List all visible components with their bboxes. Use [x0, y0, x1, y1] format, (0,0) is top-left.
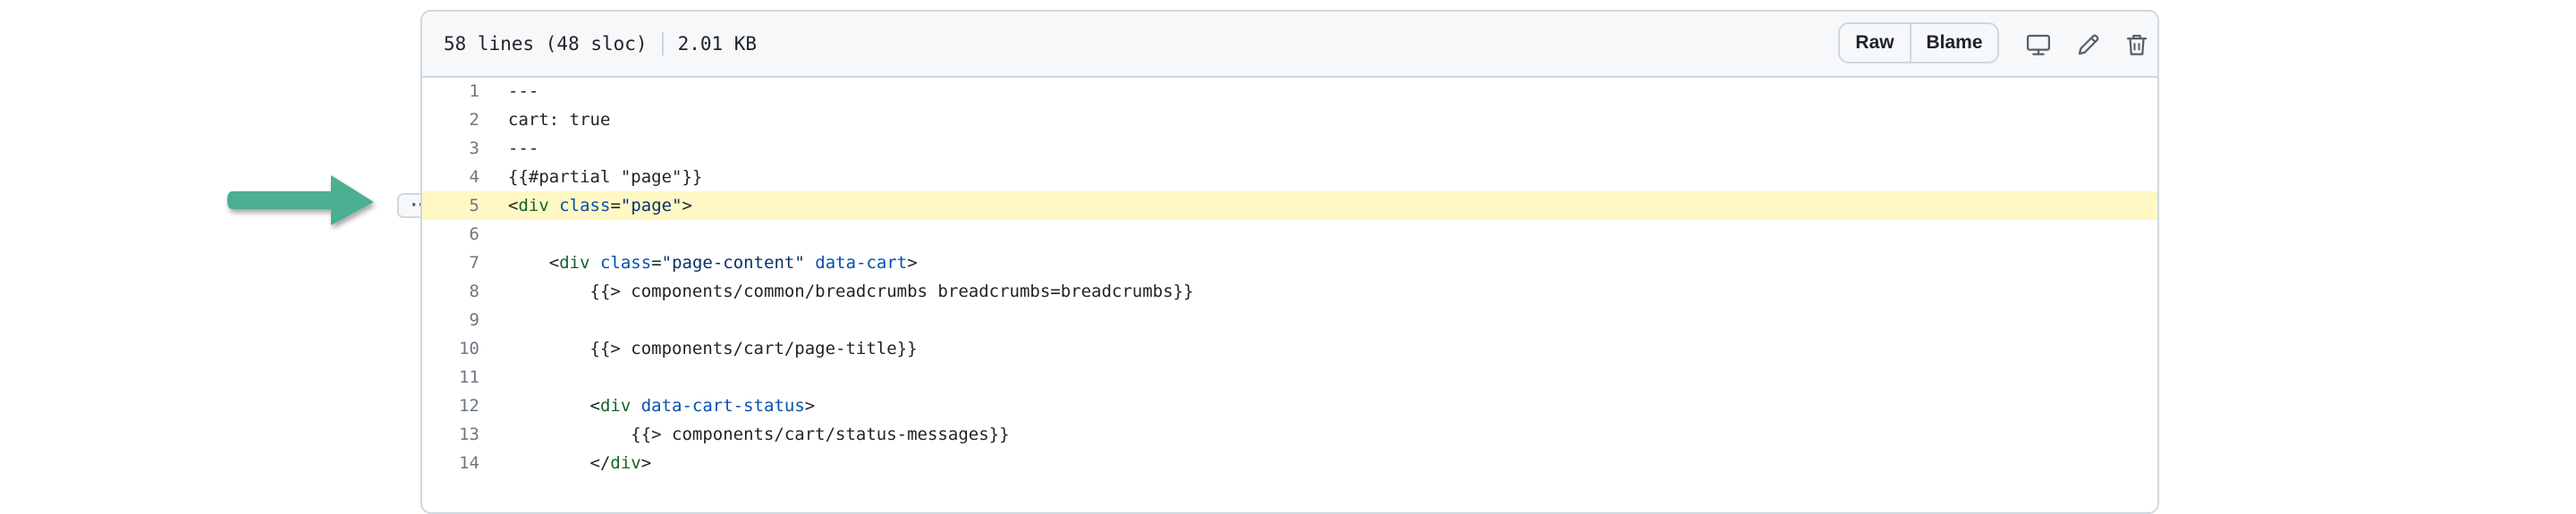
line-number[interactable]: 9 — [422, 306, 479, 334]
annotation-arrow-icon — [227, 175, 374, 225]
code-token: data-cart — [815, 253, 908, 273]
code-line: 11 — [422, 363, 2157, 392]
line-number[interactable]: 11 — [422, 363, 479, 392]
code-listing: 1 --- 2 cart: true 3 --- 4 {{#partial "page"}} 5… — [422, 77, 2157, 477]
code-line: 5 <div class="page"> — [422, 191, 2157, 220]
code-line: 6 — [422, 220, 2157, 249]
display-icon[interactable] — [2025, 31, 2052, 58]
code-token: = — [651, 253, 662, 273]
file-info: 58 lines (48 sloc) 2.01 KB — [444, 31, 757, 56]
line-count: 58 lines (48 sloc) — [444, 33, 648, 55]
code-token: < — [508, 396, 600, 416]
code-line: 4 {{#partial "page"}} — [422, 163, 2157, 191]
code-token: class — [599, 253, 652, 273]
line-content: <div data-cart-status> — [508, 392, 816, 420]
line-content: {{> components/cart/page-title}} — [508, 334, 918, 363]
code-token: div — [559, 253, 590, 273]
line-number[interactable]: 2 — [422, 105, 479, 134]
code-token: {{> components/cart/status-messages}} — [508, 425, 1010, 444]
code-line: 13 {{> components/cart/status-messages}} — [422, 420, 2157, 449]
code-token: cart: true — [508, 110, 611, 130]
file-size: 2.01 KB — [677, 33, 758, 55]
code-token: > — [640, 453, 652, 473]
code-token: "page" — [620, 196, 682, 215]
code-token: data-cart-status — [640, 396, 805, 416]
line-content: cart: true — [508, 105, 610, 134]
code-token: = — [610, 196, 621, 215]
trash-icon[interactable] — [2123, 31, 2150, 58]
code-line: 12 <div data-cart-status> — [422, 392, 2157, 420]
line-content: {{> components/common/breadcrumbs breadc… — [508, 277, 1194, 306]
code-token: div — [518, 196, 549, 215]
code-line: 1 --- — [422, 77, 2157, 105]
code-token: </ — [508, 453, 611, 473]
line-content: <div class="page"> — [508, 191, 692, 220]
code-token: < — [508, 196, 519, 215]
code-token: "page-content" — [661, 253, 805, 273]
code-line: 3 --- — [422, 134, 2157, 163]
line-content: {{#partial "page"}} — [508, 163, 702, 191]
divider — [661, 32, 664, 55]
line-number[interactable]: 13 — [422, 420, 479, 449]
code-token: div — [610, 453, 641, 473]
code-token: {{#partial "page"}} — [508, 167, 703, 187]
code-line: 14 </div> — [422, 449, 2157, 477]
line-number[interactable]: 3 — [422, 134, 479, 163]
line-number[interactable]: 5 — [422, 191, 479, 220]
code-token: --- — [508, 139, 539, 158]
line-number[interactable]: 1 — [422, 77, 479, 105]
code-line: 7 <div class="page-content" data-cart> — [422, 249, 2157, 277]
line-content: </div> — [508, 449, 652, 477]
line-number[interactable]: 4 — [422, 163, 479, 191]
code-line: 2 cart: true — [422, 105, 2157, 134]
blame-button[interactable]: Blame — [1911, 24, 1997, 62]
code-token: < — [508, 253, 560, 273]
code-token: div — [599, 396, 631, 416]
file-header: 58 lines (48 sloc) 2.01 KB Raw Blame — [422, 12, 2157, 78]
code-token: class — [559, 196, 611, 215]
line-number[interactable]: 10 — [422, 334, 479, 363]
line-number[interactable]: 7 — [422, 249, 479, 277]
code-line: 9 — [422, 306, 2157, 334]
view-button-group: Raw Blame — [1838, 22, 1999, 63]
file-viewer: 58 lines (48 sloc) 2.01 KB Raw Blame 1 --… — [420, 10, 2159, 514]
line-number[interactable]: 14 — [422, 449, 479, 477]
line-content: --- — [508, 77, 538, 105]
pencil-icon[interactable] — [2075, 31, 2102, 58]
code-token: --- — [508, 81, 539, 101]
code-token: > — [682, 196, 692, 215]
code-line: 8 {{> components/common/breadcrumbs brea… — [422, 277, 2157, 306]
line-content: --- — [508, 134, 538, 163]
line-content: <div class="page-content" data-cart> — [508, 249, 918, 277]
code-token: > — [804, 396, 816, 416]
line-content: {{> components/cart/status-messages}} — [508, 420, 1010, 449]
code-token: {{> components/common/breadcrumbs breadc… — [508, 282, 1194, 301]
code-token: > — [907, 253, 918, 273]
raw-button[interactable]: Raw — [1840, 24, 1911, 62]
line-number[interactable]: 6 — [422, 220, 479, 249]
code-token: {{> components/cart/page-title}} — [508, 339, 918, 358]
line-number[interactable]: 12 — [422, 392, 479, 420]
code-line: 10 {{> components/cart/page-title}} — [422, 334, 2157, 363]
line-number[interactable]: 8 — [422, 277, 479, 306]
